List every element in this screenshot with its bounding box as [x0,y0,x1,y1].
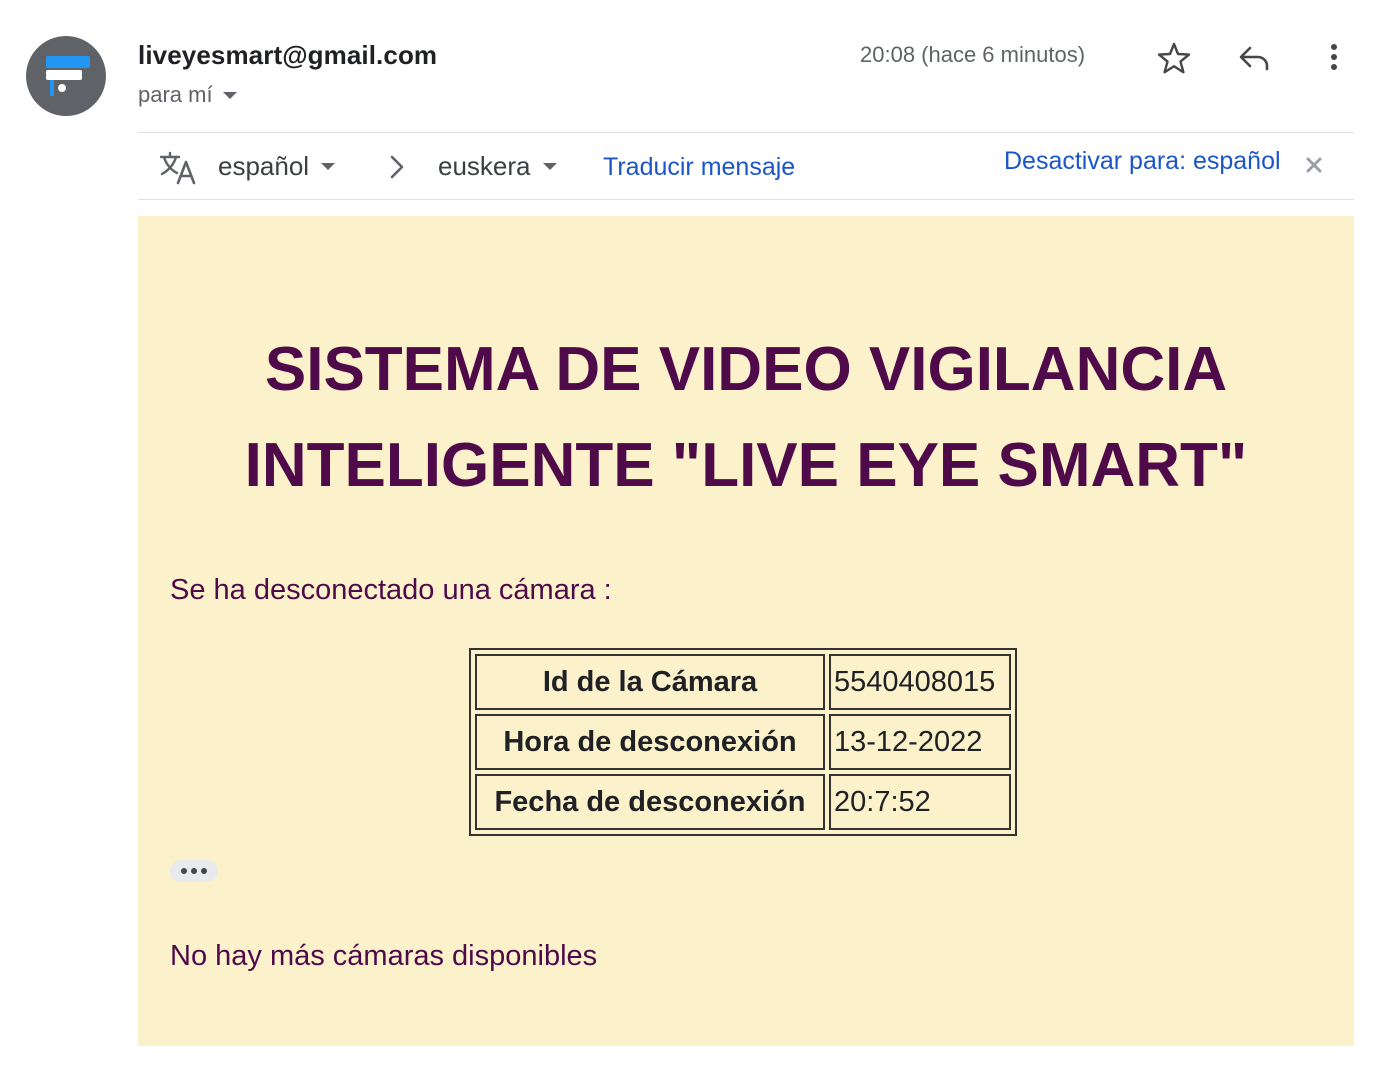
avatar[interactable] [26,36,106,116]
translate-bar: español euskera Traducir mensaje Desacti… [138,132,1354,200]
dropdown-caret-icon [542,163,557,170]
chevron-right-icon [390,155,404,179]
email-title: SISTEMA DE VIDEO VIGILANCIA INTELIGENTE … [138,322,1354,514]
table-value: 13-12-2022 [829,714,1011,770]
camera-info-table: Id de la Cámara 5540408015 Hora de desco… [469,648,1017,836]
star-icon[interactable] [1154,38,1194,78]
source-language-select[interactable]: español [218,151,336,182]
translate-icon [158,147,198,187]
dropdown-caret-icon [222,91,237,99]
table-row: Id de la Cámara 5540408015 [475,654,1011,710]
email-body: SISTEMA DE VIDEO VIGILANCIA INTELIGENTE … [138,216,1354,1046]
show-trimmed-content-button[interactable] [170,860,218,882]
table-label: Hora de desconexión [475,714,825,770]
table-label: Id de la Cámara [475,654,825,710]
recipient-details[interactable]: para mí [138,82,237,108]
target-language-label: euskera [438,151,531,181]
translate-message-link[interactable]: Traducir mensaje [603,153,795,182]
reply-icon[interactable] [1234,38,1274,78]
dropdown-caret-icon [321,163,336,170]
close-icon[interactable] [1304,155,1324,175]
footer-message: No hay más cámaras disponibles [170,940,598,972]
ellipsis-icon [181,868,207,874]
target-language-select[interactable]: euskera [438,151,557,182]
table-label: Fecha de desconexión [475,774,825,830]
disconnect-message: Se ha desconectado una cámara : [170,574,612,606]
table-value: 5540408015 [829,654,1011,710]
timestamp: 20:08 (hace 6 minutos) [860,42,1086,67]
table-row: Fecha de desconexión 20:7:52 [475,774,1011,830]
sender-email[interactable]: liveyesmart@gmail.com [138,40,437,71]
recipient-label: para mí [138,82,213,107]
table-value: 20:7:52 [829,774,1011,830]
email-title-line2: INTELIGENTE "LIVE EYE SMART" [244,431,1248,500]
camera-avatar-icon [46,56,90,96]
table-row: Hora de desconexión 13-12-2022 [475,714,1011,770]
disable-translation-link[interactable]: Desactivar para: español [1004,147,1281,176]
more-vert-icon[interactable] [1314,38,1354,78]
source-language-label: español [218,151,310,181]
email-title-line1: SISTEMA DE VIDEO VIGILANCIA [264,335,1228,404]
